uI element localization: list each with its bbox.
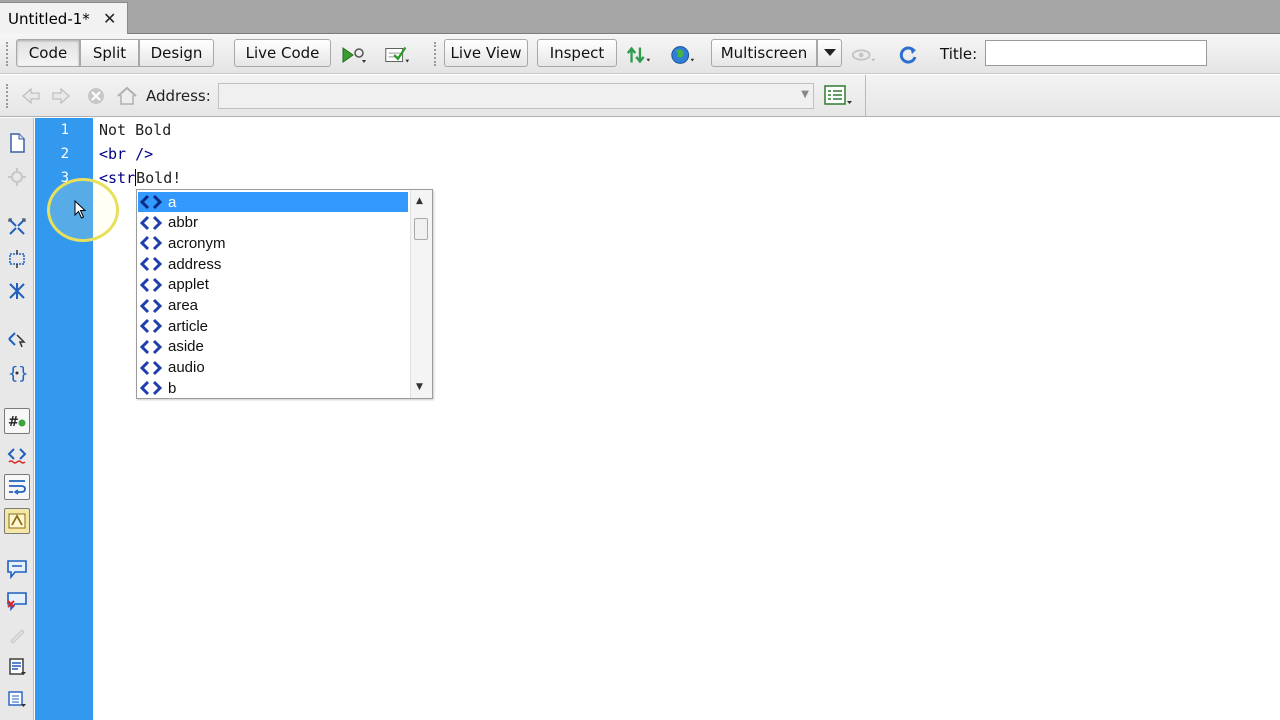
code-hint-item[interactable]: aside: [138, 337, 408, 357]
document-toolbar: Code Split Design Live Code Live View In…: [0, 34, 1280, 74]
split-view-button[interactable]: Split: [80, 39, 139, 67]
recent-snippets-icon[interactable]: [4, 654, 30, 680]
check-page-icon[interactable]: [383, 43, 411, 67]
address-label: Address:: [146, 87, 211, 105]
scroll-thumb[interactable]: [414, 218, 428, 240]
document-tab[interactable]: Untitled-1* ✕: [0, 2, 128, 34]
close-tab-icon[interactable]: ✕: [103, 9, 116, 28]
code-hint-item[interactable]: acronym: [138, 233, 408, 253]
word-wrap-icon[interactable]: [4, 474, 30, 500]
wrap-tag-icon: [4, 622, 30, 648]
stop-icon[interactable]: [83, 84, 109, 108]
select-parent-tag-icon[interactable]: [4, 326, 30, 352]
tag-icon: [138, 337, 164, 357]
scroll-up-arrow-icon[interactable]: ▲: [416, 196, 423, 206]
code-hint-label: abbr: [168, 214, 199, 232]
remove-comment-icon[interactable]: [4, 588, 30, 614]
tag-icon: [138, 378, 164, 398]
browser-options-icon[interactable]: [820, 84, 856, 108]
title-field[interactable]: [985, 40, 1207, 66]
show-code-navigator-icon: [4, 164, 30, 190]
toolbar-grip: [6, 84, 9, 108]
scroll-down-arrow-icon[interactable]: ▼: [416, 382, 423, 392]
forward-arrow-icon[interactable]: [48, 84, 74, 108]
highlight-invalid-code-icon[interactable]: [4, 442, 30, 468]
code-hint-label: audio: [168, 359, 205, 377]
code-hint-item[interactable]: address: [138, 254, 408, 274]
expand-all-icon[interactable]: [4, 278, 30, 304]
back-arrow-icon[interactable]: [18, 84, 44, 108]
globe-preview-icon[interactable]: [669, 43, 697, 67]
code-hint-label: area: [168, 297, 199, 314]
tag-icon: [138, 296, 164, 316]
code-hint-item[interactable]: a: [138, 192, 408, 212]
move-css-icon[interactable]: [4, 686, 30, 712]
visual-aids-icon: [850, 43, 878, 67]
tag-icon: [138, 275, 164, 295]
code-hint-label: applet: [168, 276, 209, 294]
line-number: 2: [60, 146, 69, 162]
code-line-3: <strBold!: [99, 169, 181, 187]
code-hint-item[interactable]: b: [138, 378, 408, 398]
document-tab-title: Untitled-1*: [8, 10, 90, 28]
code-hint-item[interactable]: article: [138, 316, 408, 336]
code-text-fragment: Bold!: [136, 169, 182, 187]
refresh-icon[interactable]: [894, 43, 922, 67]
toolbar-grip: [6, 42, 9, 66]
tag-icon: [138, 233, 164, 253]
code-hint-label: address: [168, 255, 222, 273]
code-hint-item[interactable]: audio: [138, 358, 408, 378]
code-hint-label: acronym: [168, 234, 226, 252]
open-documents-icon[interactable]: [4, 130, 30, 156]
address-dropdown-icon[interactable]: ▼: [801, 89, 809, 100]
tag-icon: [138, 358, 164, 378]
live-view-button[interactable]: Live View: [444, 39, 528, 67]
code-view-button[interactable]: Code: [16, 39, 80, 67]
code-line-2: <br />: [99, 145, 154, 163]
code-hint-label: a: [168, 193, 177, 211]
code-hint-item[interactable]: applet: [138, 275, 408, 295]
inspect-button[interactable]: Inspect: [537, 39, 617, 67]
file-transfer-icon[interactable]: [625, 43, 653, 67]
browser-navigation-bar: Address: ▼: [0, 75, 1280, 117]
tag-icon: [138, 213, 164, 233]
svg-text:#: #: [8, 415, 19, 430]
code-line-1: Not Bold: [99, 121, 172, 139]
balance-braces-icon[interactable]: {}: [4, 360, 30, 386]
line-number: 1: [60, 122, 69, 138]
tag-icon: [138, 316, 164, 336]
preview-in-browser-icon[interactable]: [340, 43, 368, 67]
code-hint-item[interactable]: area: [138, 296, 408, 316]
mouse-pointer-icon: [74, 200, 87, 219]
design-view-button[interactable]: Design: [139, 39, 214, 67]
coding-toolbar: {} #: [0, 118, 34, 720]
code-hints-popup[interactable]: a abbr acronym address applet area article asid…: [136, 189, 433, 399]
home-icon[interactable]: [114, 84, 140, 108]
collapse-full-tag-icon[interactable]: [4, 214, 30, 240]
tag-icon: [138, 192, 164, 212]
multiscreen-button[interactable]: Multiscreen: [711, 39, 817, 67]
title-label: Title:: [940, 45, 978, 63]
address-field[interactable]: ▼: [218, 83, 814, 109]
collapse-selection-icon[interactable]: [4, 246, 30, 272]
apply-comment-icon[interactable]: [4, 556, 30, 582]
code-hint-label: b: [168, 379, 177, 397]
live-code-button[interactable]: Live Code: [234, 39, 331, 67]
code-hint-label: article: [168, 317, 209, 335]
toolbar-grip: [434, 42, 437, 66]
tag-icon: [138, 254, 164, 274]
code-hint-label: aside: [168, 338, 204, 356]
toolbar-divider: [865, 75, 866, 117]
document-tab-bar: Untitled-1* ✕: [0, 0, 1280, 34]
code-hint-item[interactable]: abbr: [138, 213, 408, 233]
syntax-coloring-icon[interactable]: [4, 508, 30, 534]
hints-scrollbar[interactable]: ▲ ▼: [410, 190, 432, 398]
line-numbers-icon[interactable]: #: [4, 408, 30, 434]
multiscreen-dropdown-icon[interactable]: [817, 39, 842, 67]
